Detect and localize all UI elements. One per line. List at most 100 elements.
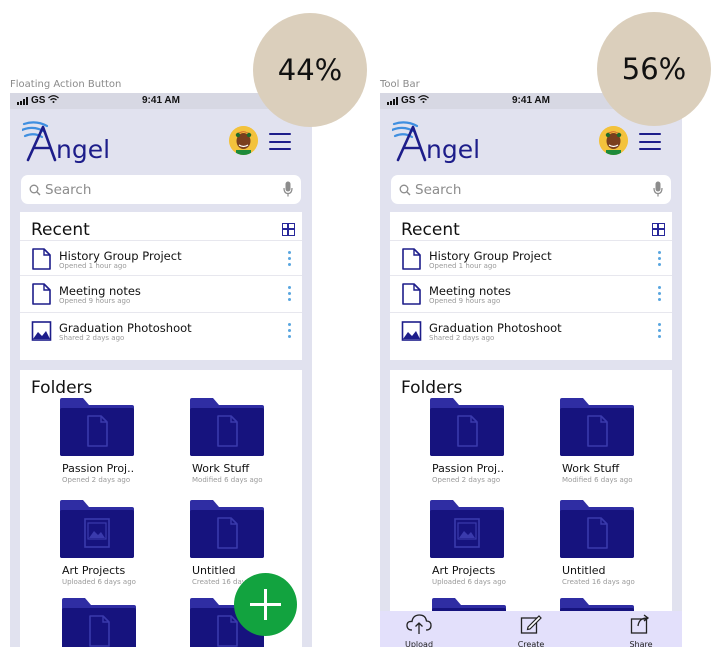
document-folder-icon: [62, 598, 162, 647]
search-placeholder: Search: [415, 182, 462, 198]
recent-item[interactable]: Meeting notes Opened 9 hours ago: [390, 275, 672, 311]
recent-item-title: Graduation Photoshoot: [429, 321, 562, 335]
more-options-icon[interactable]: [288, 286, 291, 301]
recent-item[interactable]: Meeting notes Opened 9 hours ago: [20, 275, 302, 311]
recent-item-title: Meeting notes: [59, 284, 141, 298]
toolbar-label: Share: [629, 640, 653, 647]
document-icon: [31, 248, 52, 275]
svg-text:ngel: ngel: [56, 135, 110, 164]
search-input[interactable]: Search: [21, 175, 301, 204]
more-options-icon[interactable]: [658, 251, 661, 266]
folder-item[interactable]: Untitled Created 16 days ago: [560, 500, 660, 586]
folder-subtitle: Modified 6 days ago: [562, 476, 633, 484]
folder-name: Untitled: [192, 564, 236, 577]
avatar[interactable]: [599, 126, 628, 155]
recent-item-subtitle: Opened 9 hours ago: [59, 297, 131, 305]
search-icon: [29, 183, 41, 201]
recent-item[interactable]: Graduation Photoshoot Shared 2 days ago: [20, 312, 302, 348]
folder-subtitle: Opened 2 days ago: [432, 476, 501, 484]
image-icon: [31, 320, 52, 347]
hamburger-menu-icon[interactable]: [269, 133, 291, 150]
percentage-bubble: 56%: [597, 12, 711, 126]
toolbar-label: Upload: [404, 640, 434, 647]
folder-name: Art Projects: [432, 564, 496, 577]
document-folder-icon: [430, 398, 530, 456]
image-folder-icon: [430, 500, 530, 558]
search-icon: [399, 183, 411, 201]
folder-subtitle: Opened 2 days ago: [62, 476, 131, 484]
microphone-icon[interactable]: [653, 181, 663, 202]
recent-item[interactable]: Graduation Photoshoot Shared 2 days ago: [390, 312, 672, 348]
folder-subtitle: Created 16 days ago: [562, 578, 635, 586]
folders-title: Folders: [401, 378, 463, 398]
hamburger-menu-icon[interactable]: [639, 133, 661, 150]
recent-item-title: Graduation Photoshoot: [59, 321, 192, 335]
recent-item-title: Meeting notes: [429, 284, 511, 298]
angel-logo: ngel: [390, 121, 492, 165]
recent-card: Recent History Group Project Opened 1 hour…: [390, 212, 672, 360]
document-folder-icon: [560, 500, 660, 558]
search-input[interactable]: Search: [391, 175, 671, 204]
toolbar-label: Create: [517, 640, 545, 647]
recent-item-title: History Group Project: [429, 249, 552, 263]
app-header: ngel: [10, 109, 312, 169]
create-icon: [520, 615, 542, 639]
recent-card: Recent History Group Project Opened 1 hour…: [20, 212, 302, 360]
toolbar-upload-button[interactable]: Upload: [399, 613, 439, 647]
image-folder-icon: [60, 500, 160, 558]
folder-name: Work Stuff: [192, 462, 250, 475]
folder-item[interactable]: Art Projects Uploaded 6 days ago: [430, 500, 530, 586]
folder-name: Untitled: [562, 564, 606, 577]
recent-title: Recent: [401, 220, 460, 240]
toolbar-create-button[interactable]: Create: [511, 613, 551, 647]
folder-name: Passion Proj..: [432, 462, 505, 475]
phone-screen: GS 9:41 AM ngel Search Recent History Group P…: [380, 93, 682, 647]
bottom-toolbar: Upload Create Share: [380, 611, 682, 647]
folder-item[interactable]: Passion Proj.. Opened 2 days ago: [430, 398, 530, 484]
folder-subtitle: Modified 6 days ago: [192, 476, 263, 484]
recent-item-subtitle: Shared 2 days ago: [59, 334, 125, 342]
document-icon: [401, 283, 422, 310]
more-options-icon[interactable]: [288, 323, 291, 338]
folders-card: Folders Passion Proj.. Opened 2 days ago Wo…: [390, 370, 672, 647]
folder-item[interactable]: Untitled Created 16 days ago: [190, 500, 290, 586]
toolbar-share-button[interactable]: Share: [621, 613, 661, 647]
document-folder-icon: [60, 398, 160, 456]
folder-item[interactable]: [62, 598, 162, 647]
image-icon: [401, 320, 422, 347]
variant-caption: Floating Action Button: [10, 79, 122, 90]
angel-logo: ngel: [20, 121, 122, 165]
recent-item-subtitle: Opened 1 hour ago: [429, 262, 497, 270]
folder-name: Work Stuff: [562, 462, 620, 475]
phone-screen: GS 9:41 AM ngel Search Recent History Group P…: [10, 93, 312, 647]
document-icon: [31, 283, 52, 310]
more-options-icon[interactable]: [288, 251, 291, 266]
recent-item-subtitle: Opened 1 hour ago: [59, 262, 127, 270]
grid-view-icon[interactable]: [652, 223, 665, 236]
more-options-icon[interactable]: [658, 286, 661, 301]
percentage-bubble: 44%: [253, 13, 367, 127]
more-options-icon[interactable]: [658, 323, 661, 338]
recent-item[interactable]: History Group Project Opened 1 hour ago: [20, 240, 302, 276]
folder-item[interactable]: Art Projects Uploaded 6 days ago: [60, 500, 160, 586]
variant-caption: Tool Bar: [380, 79, 420, 90]
document-folder-icon: [190, 500, 290, 558]
add-floating-action-button[interactable]: [234, 573, 297, 636]
folder-item[interactable]: Passion Proj.. Opened 2 days ago: [60, 398, 160, 484]
document-folder-icon: [560, 398, 660, 456]
folder-item[interactable]: Work Stuff Modified 6 days ago: [190, 398, 290, 484]
folders-title: Folders: [31, 378, 93, 398]
avatar[interactable]: [229, 126, 258, 155]
document-folder-icon: [190, 398, 290, 456]
cloud-upload-icon: [406, 614, 432, 639]
document-icon: [401, 248, 422, 275]
share-icon: [630, 614, 652, 639]
recent-item[interactable]: History Group Project Opened 1 hour ago: [390, 240, 672, 276]
recent-item-subtitle: Shared 2 days ago: [429, 334, 495, 342]
folder-name: Passion Proj..: [62, 462, 135, 475]
folder-item[interactable]: Work Stuff Modified 6 days ago: [560, 398, 660, 484]
search-placeholder: Search: [45, 182, 92, 198]
recent-title: Recent: [31, 220, 90, 240]
grid-view-icon[interactable]: [282, 223, 295, 236]
microphone-icon[interactable]: [283, 181, 293, 202]
